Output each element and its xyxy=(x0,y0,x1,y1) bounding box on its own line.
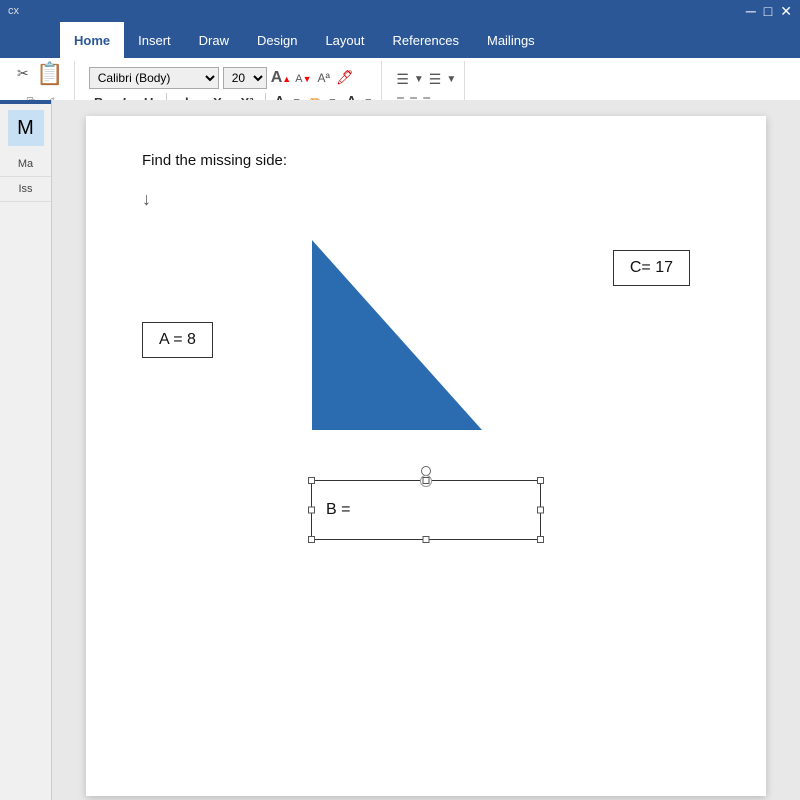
sidebar-label-m: M xyxy=(17,117,34,140)
handle-tl[interactable] xyxy=(308,477,315,484)
ribbon-tabs: Home Insert Draw Design Layout Reference… xyxy=(0,22,800,58)
math-area: A = 8 C= 17 xyxy=(142,230,710,450)
handle-tm[interactable] xyxy=(423,477,430,484)
scissors-icon[interactable]: ✂ xyxy=(16,64,30,83)
list-arrow[interactable]: ▼ xyxy=(414,74,424,85)
answer-area: B = xyxy=(142,480,710,540)
triangle-container xyxy=(252,230,512,440)
sidebar-item-ma[interactable]: Ma xyxy=(0,152,51,177)
clear-format-icon[interactable]: 🖊 xyxy=(336,69,354,86)
sidebar-accent xyxy=(0,100,51,104)
label-a-text: A = 8 xyxy=(159,331,196,348)
handle-mr[interactable] xyxy=(537,507,544,514)
list-number-button[interactable]: ☰ xyxy=(429,71,442,88)
tab-references[interactable]: References xyxy=(379,22,473,58)
list-number-arrow[interactable]: ▼ xyxy=(446,74,456,85)
tab-draw[interactable]: Draw xyxy=(185,22,243,58)
app-back[interactable]: cx xyxy=(8,5,19,17)
handle-tr[interactable] xyxy=(537,477,544,484)
font-size-select[interactable]: 20 xyxy=(223,67,267,89)
tab-insert[interactable]: Insert xyxy=(124,22,185,58)
list-bullet-button[interactable]: ☰ xyxy=(396,71,409,88)
handle-br[interactable] xyxy=(537,536,544,543)
minimize-button[interactable]: ─ xyxy=(746,3,756,20)
tab-design[interactable]: Design xyxy=(243,22,311,58)
window-controls: ─ □ ✕ xyxy=(746,3,792,20)
label-c-text: C= 17 xyxy=(630,259,673,276)
close-button[interactable]: ✕ xyxy=(780,3,792,20)
font-row1: Calibri (Body) 20 A▲ A▼ Aª 🖊 xyxy=(89,67,374,89)
tab-home[interactable]: Home xyxy=(60,22,124,58)
title-bar: cx ─ □ ✕ xyxy=(0,0,800,22)
paste-button[interactable]: 📋 xyxy=(34,56,66,92)
label-c-box: C= 17 xyxy=(613,250,690,286)
answer-box-wrapper: B = xyxy=(311,480,541,540)
handle-ml[interactable] xyxy=(308,507,315,514)
font-family-select[interactable]: Calibri (Body) xyxy=(89,67,219,89)
grow-font-icon[interactable]: A▲ xyxy=(271,69,291,87)
tab-mailings[interactable]: Mailings xyxy=(473,22,549,58)
anchor-symbol: ↓ xyxy=(142,189,710,210)
sidebar-item-iss[interactable]: Iss xyxy=(0,177,51,202)
answer-b-label: B = xyxy=(326,501,350,519)
label-a-box: A = 8 xyxy=(142,322,213,358)
left-sidebar: M Ma Iss xyxy=(0,100,52,800)
doc-title: Find the missing side: xyxy=(142,152,710,169)
triangle-svg xyxy=(252,230,512,440)
handle-bl[interactable] xyxy=(308,536,315,543)
tab-layout[interactable]: Layout xyxy=(311,22,378,58)
maximize-button[interactable]: □ xyxy=(764,3,772,20)
answer-box[interactable]: B = xyxy=(311,480,541,540)
document-area: Find the missing side: ↓ I A = 8 C= 17 xyxy=(52,100,800,800)
handle-bm[interactable] xyxy=(423,536,430,543)
shrink-font-icon[interactable]: A▼ xyxy=(295,70,311,85)
aa-button[interactable]: Aª xyxy=(317,71,329,85)
sidebar-icon-m[interactable]: M xyxy=(8,110,44,146)
doc-page: Find the missing side: ↓ I A = 8 C= 17 xyxy=(86,116,766,796)
